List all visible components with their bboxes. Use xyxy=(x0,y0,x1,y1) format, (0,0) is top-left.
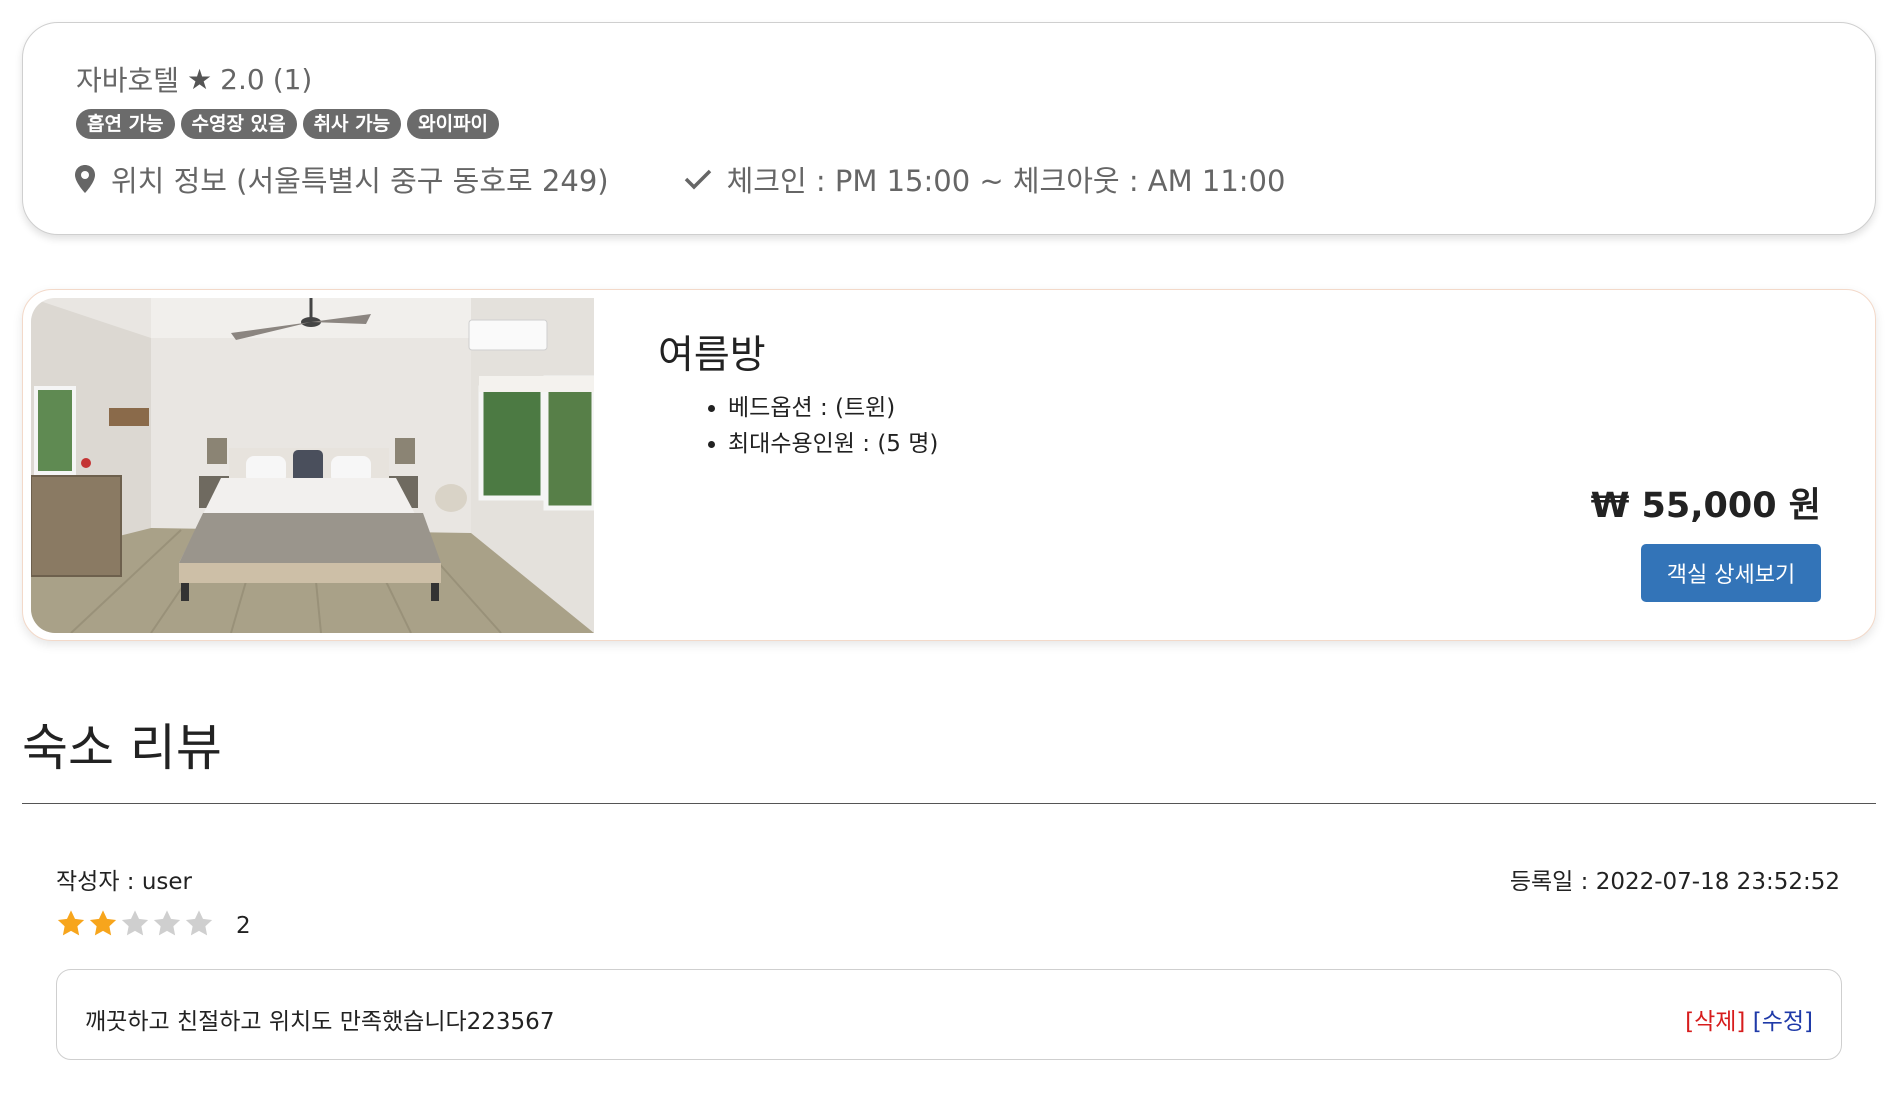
star-empty-icon xyxy=(184,909,214,942)
amenity-tags: 흡연 가능 수영장 있음 취사 가능 와이파이 xyxy=(76,109,500,139)
hotel-review-count: (1) xyxy=(272,62,313,96)
amenity-tag: 수영장 있음 xyxy=(180,109,297,139)
room-name: 여름방 xyxy=(658,333,766,378)
location-pin-icon xyxy=(73,164,97,194)
star-filled-icon xyxy=(56,909,86,942)
room-detail-button[interactable]: 객실 상세보기 xyxy=(1641,544,1821,602)
amenity-tag: 흡연 가능 xyxy=(76,109,175,139)
checkin-text: 체크인 : PM 15:00 ~ 체크아웃 : AM 11:00 xyxy=(726,164,1286,198)
review-actions: [삭제] [수정] xyxy=(1685,1002,1813,1036)
reviews-section-title: 숙소 리뷰 xyxy=(22,719,222,777)
review-author: 작성자 : user xyxy=(56,869,193,895)
checkmark-icon xyxy=(683,167,713,191)
room-specs-list: 베드옵션 : (트윈) 최대수용인원 : (5 명) xyxy=(728,390,938,462)
hotel-rating: 2.0 xyxy=(220,62,265,96)
hotel-info-row: 위치 정보 (서울특별시 중구 동호로 249) 체크인 : PM 15:00 … xyxy=(73,158,1285,200)
amenity-tag: 취사 가능 xyxy=(302,109,402,139)
star-icon: ★ xyxy=(187,62,213,96)
room-spec-bed: 베드옵션 : (트윈) xyxy=(728,390,938,426)
review-content: 깨끗하고 친절하고 위치도 만족했습니다223567 xyxy=(85,1009,555,1035)
star-filled-icon xyxy=(88,909,118,942)
hotel-title: 자바호텔 ★ 2.0 (1) xyxy=(76,59,312,99)
room-card: 여름방 베드옵션 : (트윈) 최대수용인원 : (5 명) ₩ 55,000 … xyxy=(22,289,1876,641)
room-price: ₩ 55,000 원 xyxy=(1590,486,1821,526)
edit-review-link[interactable]: [수정] xyxy=(1753,1009,1813,1035)
star-rating xyxy=(56,909,214,942)
bedroom-photo xyxy=(31,298,594,633)
review-date: 등록일 : 2022-07-18 23:52:52 xyxy=(1509,869,1840,895)
star-empty-icon xyxy=(120,909,150,942)
section-divider xyxy=(22,803,1876,804)
amenity-tag: 와이파이 xyxy=(407,109,500,139)
location-text: 위치 정보 (서울특별시 중구 동호로 249) xyxy=(111,164,609,198)
review-content-box: 깨끗하고 친절하고 위치도 만족했습니다223567 [삭제] [수정] xyxy=(56,969,1842,1060)
star-empty-icon xyxy=(152,909,182,942)
review-score: 2 xyxy=(236,912,251,939)
room-spec-capacity: 최대수용인원 : (5 명) xyxy=(728,426,938,462)
checkin-info: 체크인 : PM 15:00 ~ 체크아웃 : AM 11:00 xyxy=(683,158,1286,200)
room-photo xyxy=(31,298,594,633)
location-info: 위치 정보 (서울특별시 중구 동호로 249) xyxy=(73,158,609,200)
hotel-info-card: 자바호텔 ★ 2.0 (1) 흡연 가능 수영장 있음 취사 가능 와이파이 위… xyxy=(22,22,1876,235)
review-rating: 2 xyxy=(56,909,251,942)
delete-review-link[interactable]: [삭제] xyxy=(1685,1009,1745,1035)
hotel-name: 자바호텔 xyxy=(76,64,180,97)
